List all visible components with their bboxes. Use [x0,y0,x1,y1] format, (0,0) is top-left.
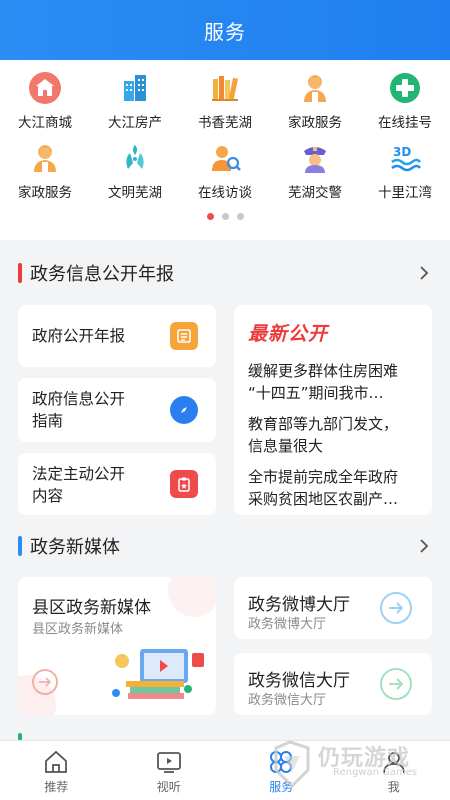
card-disclosure-guide[interactable]: 政府信息公开 指南 [18,378,216,442]
clipboard-star-icon [170,470,198,498]
latest-disclosure-panel: 最新公开 缓解更多群体住房困难 “十四五”期间我市… 教育部等九部门发文， 信息… [234,305,432,515]
service-item-housekeeping-1[interactable]: 家政服务 [270,68,360,138]
section-accent-bar [18,536,22,556]
tv-play-icon [156,752,181,773]
card-label-line: 内容 [32,487,64,505]
latest-item-line: “十四五”期间我市… [248,384,384,402]
app-header: 服务 [0,0,450,60]
shopping-mall-icon [27,70,63,106]
tab-label: 视听 [156,780,181,794]
card-label-line: 指南 [32,412,64,430]
latest-item-line: 缓解更多群体住房困难 [248,362,399,380]
card-annual-report[interactable]: 政府公开年报 [18,305,216,367]
service-item-dajiang-realestate[interactable]: 大江房产 [90,68,180,138]
service-item-shuxiang-wuhu[interactable]: 书香芜湖 [180,68,270,138]
watermark-subtext: Rengwan Games [333,767,418,778]
service-item-civilized-wuhu[interactable]: 文明芜湖 [90,138,180,208]
service-label: 大江房产 [108,115,162,131]
section-accent-bar [18,263,22,283]
carousel-pager [0,213,450,220]
card-wechat-hall[interactable]: 政务微信大厅 政务微信大厅 [234,653,432,715]
interview-icon [207,140,243,176]
card-county-new-media[interactable]: 县区政务新媒体 县区政务新媒体 [18,577,216,715]
latest-item-line: 教育部等九部门发文， [248,415,399,433]
pager-dot[interactable] [236,213,244,220]
police-icon [297,140,333,176]
watermark-logo [274,740,310,789]
housekeeper-icon [27,140,63,176]
housekeeper-icon [297,70,333,106]
latest-item[interactable]: 教育部等九部门发文， 信息量很大 [248,413,422,457]
service-label: 文明芜湖 [108,185,162,201]
arrow-right-circle-icon[interactable] [380,668,412,700]
section-header-new-media[interactable]: 政务新媒体 [0,528,450,564]
latest-item-line: 信息量很大 [248,437,324,455]
service-label: 书香芜湖 [198,115,252,131]
service-grid: 大江商城 大江房产 书香芜湖 家政服务 在线挂号 家政服务 文明芜湖 在线访谈 … [0,68,450,208]
latest-item[interactable]: 全市提前完成全年政府 采购贫困地区农副产… [248,466,422,510]
card-label: 政府公开年报 [32,327,126,345]
3d-river-icon: 3D [387,140,423,176]
service-label: 家政服务 [18,185,72,201]
latest-item-line: 采购贫困地区农副产… [248,490,399,508]
service-item-wuhu-traffic-police[interactable]: 芜湖交警 [270,138,360,208]
document-list-icon [170,322,198,350]
card-title: 政务微博大厅 [248,595,350,615]
service-label: 在线挂号 [378,115,432,131]
medical-cross-icon [387,70,423,106]
books-icon [207,70,243,106]
latest-item[interactable]: 缓解更多群体住房困难 “十四五”期间我市… [248,360,422,404]
page-title: 服务 [204,19,246,44]
latest-item-line: 全市提前完成全年政府 [248,468,399,486]
card-subtitle: 政务微信大厅 [248,693,327,708]
card-label-line: 法定主动公开 [32,465,126,483]
card-label: 法定主动公开 内容 [32,463,125,507]
home-icon [45,750,68,773]
tab-recommend[interactable]: 推荐 [0,741,113,800]
section-title: 政务新媒体 [30,537,120,558]
card-title: 政务微信大厅 [248,671,350,691]
tab-label: 我 [387,780,400,794]
tab-audiovisual[interactable]: 视听 [113,741,226,800]
card-label: 政府信息公开 指南 [32,388,125,432]
service-label: 大江商城 [18,115,72,131]
service-item-online-registration[interactable]: 在线挂号 [360,68,450,138]
service-label: 在线访谈 [198,185,252,201]
hands-icon [117,140,153,176]
card-statutory-disclosure[interactable]: 法定主动公开 内容 [18,453,216,515]
card-subtitle: 政务微博大厅 [248,617,327,632]
arrow-right-circle-icon[interactable] [32,669,58,695]
arrow-right-circle-icon[interactable] [380,592,412,624]
section-title: 政务信息公开年报 [30,264,174,285]
pager-dot-active[interactable] [206,213,214,220]
service-item-online-interview[interactable]: 在线访谈 [180,138,270,208]
building-icon [117,70,153,106]
card-label-line: 政府信息公开 [32,390,126,408]
service-label: 芜湖交警 [288,185,342,201]
compass-icon [170,396,198,424]
section-header-info-disclosure[interactable]: 政务信息公开年报 [0,255,450,291]
service-grid-panel: 大江商城 大江房产 书香芜湖 家政服务 在线挂号 家政服务 文明芜湖 在线访谈 … [0,60,450,240]
service-label: 家政服务 [288,115,342,131]
pager-dot[interactable] [221,213,229,220]
service-item-dajiang-mall[interactable]: 大江商城 [0,68,90,138]
latest-title: 最新公开 [248,323,329,345]
svg-text:3D: 3D [393,145,411,159]
chevron-right-icon[interactable] [414,263,434,283]
service-label: 十里江湾 [378,185,432,201]
service-item-shili-jiangwan[interactable]: 3D 十里江湾 [360,138,450,208]
service-item-housekeeping-2[interactable]: 家政服务 [0,138,90,208]
card-weibo-hall[interactable]: 政务微博大厅 政务微博大厅 [234,577,432,639]
tab-label: 推荐 [44,780,69,794]
chevron-right-icon[interactable] [414,536,434,556]
